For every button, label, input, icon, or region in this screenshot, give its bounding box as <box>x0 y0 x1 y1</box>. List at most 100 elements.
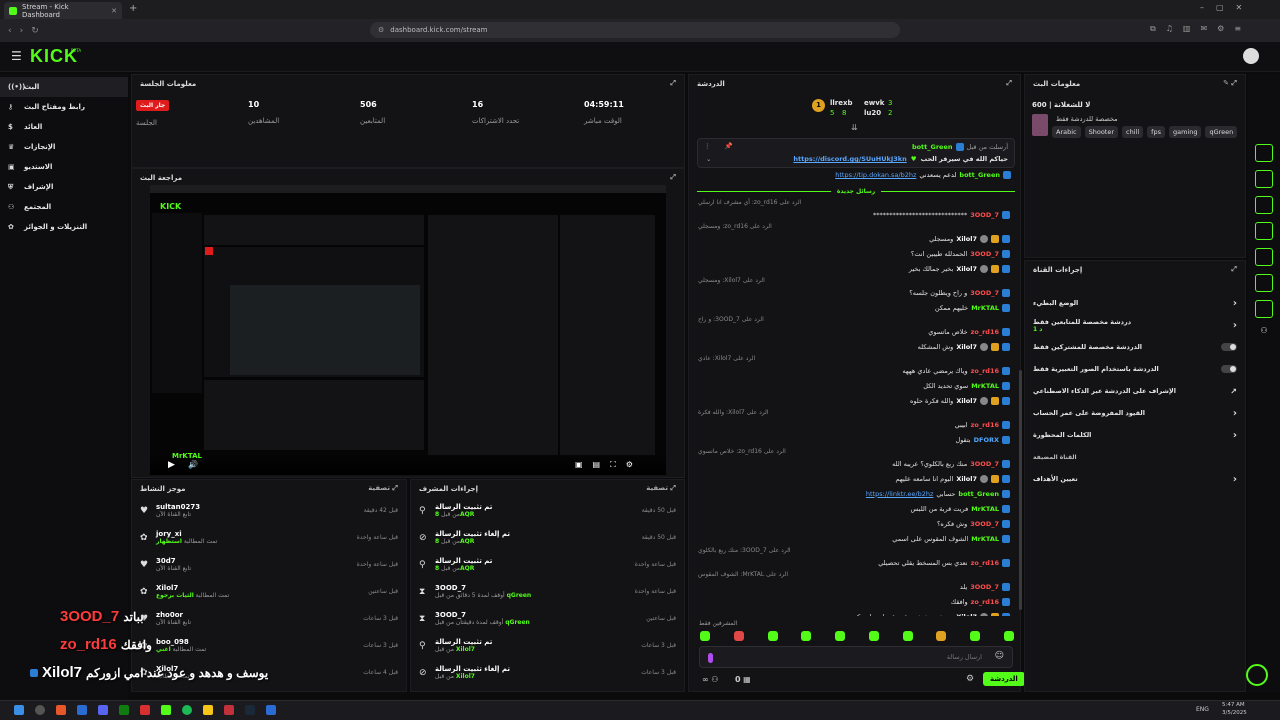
emoji-icon[interactable]: ☺ <box>995 651 1004 661</box>
activity-row[interactable]: ♥ zho0or تابع القناة الآن قبل 3 ساعات <box>132 605 406 632</box>
emote-icon[interactable] <box>902 631 913 641</box>
toggle-switch[interactable] <box>1221 343 1237 351</box>
expand-icon[interactable]: ⤢ <box>670 173 676 182</box>
chat-settings-icon[interactable]: ⚙ <box>966 674 974 684</box>
sidebar-item-5[interactable]: ⛨ الإشراف <box>0 177 128 197</box>
expand-icon[interactable]: ⤢ <box>1231 265 1237 274</box>
modaction-by[interactable]: qGreen <box>505 619 530 626</box>
emote-icon[interactable] <box>936 631 947 641</box>
steam-icon[interactable] <box>245 705 255 715</box>
chat-message[interactable]: 3OOD_7 و راح ويطلون جلسه؟ <box>692 285 1016 300</box>
chat-message[interactable]: MrKTAL فريت قربة من اللبس <box>692 501 1016 516</box>
chat-username[interactable]: bott_Green <box>959 171 1000 179</box>
save-icon[interactable] <box>1255 274 1273 292</box>
modaction-row[interactable]: ⚲ تم تثبيت الرسالة من قبل 8AQR قبل 50 دقيقة <box>411 497 684 524</box>
language-indicator[interactable]: ENG <box>1196 706 1209 713</box>
channel-action-row[interactable]: الوضع البطيء › <box>1025 292 1245 314</box>
chat-username[interactable]: 3OOD_7 <box>970 583 999 591</box>
scroll-down-icon[interactable]: ⇊ <box>851 123 858 132</box>
category-thumbnail[interactable] <box>1032 114 1048 136</box>
app-icon[interactable] <box>140 705 150 715</box>
folder-icon[interactable] <box>203 705 213 715</box>
chat-message[interactable]: Xilol7يوسف و هدهد و عود عند امي ازوركم <box>692 609 1016 616</box>
app-icon[interactable] <box>224 705 234 715</box>
browser-tab[interactable]: Stream - Kick Dashboard ✕ <box>4 2 122 19</box>
collapse-icon[interactable]: ⌄ <box>706 155 711 163</box>
site-info-icon[interactable]: ⚙ <box>378 26 384 34</box>
chevron-right-icon[interactable]: › <box>1233 430 1237 441</box>
emote-icon[interactable] <box>801 631 812 641</box>
search-icon[interactable] <box>35 705 45 715</box>
emote-icon[interactable] <box>1003 631 1014 641</box>
sidebar-item-1[interactable]: ⚷ رابط ومفتاح البث <box>0 97 128 117</box>
chevron-right-icon[interactable]: › <box>1233 320 1237 331</box>
expand-icon[interactable]: ⤢ <box>670 79 676 88</box>
chat-username[interactable]: Xilol7 <box>956 235 977 243</box>
chat-message[interactable]: 3OOD_7 يلد <box>692 579 1016 594</box>
url-field[interactable]: ⚙ dashboard.kick.com/stream <box>370 22 900 38</box>
chat-link[interactable]: https://tip.dokan.sa/b2hz <box>835 171 916 179</box>
chat-username[interactable]: MrKTAL <box>971 505 999 513</box>
activity-username[interactable]: sultan0273 <box>156 503 200 511</box>
chat-username[interactable]: bott_Green <box>958 490 999 498</box>
stream-tag[interactable]: fps <box>1147 126 1165 138</box>
chat-username[interactable]: 3OOD_7 <box>970 211 999 219</box>
sidebar-item-0[interactable]: ((•)) البث <box>0 77 128 97</box>
infinity-icon[interactable]: ∞ <box>702 675 709 684</box>
chat-message[interactable]: zo_rd16 ابيبي <box>692 417 1016 432</box>
emote-icon[interactable] <box>700 631 710 641</box>
activity-row[interactable]: ♥ sultan0273 تابع القناة الآن قبل 42 دقيقة <box>132 497 406 524</box>
pin-menu-icon[interactable]: ⋮📌 <box>704 142 747 150</box>
chat-username[interactable]: Xilol7 <box>956 265 977 273</box>
modaction-by[interactable]: Xilol7 <box>456 646 475 653</box>
chat-username[interactable]: zo_rd16 <box>971 421 999 429</box>
channel-action-row[interactable]: الكلمات المحظورة › <box>1025 424 1245 446</box>
play-icon[interactable]: ▶ <box>168 460 175 470</box>
activity-row[interactable]: ✿ jory_xi تمت المطالبة استظهار قبل ساعة واح… <box>132 524 406 551</box>
calendar-icon[interactable]: ▦ <box>743 675 751 684</box>
kick-icon[interactable] <box>161 705 171 715</box>
chat-message[interactable]: MrKTAL خليهم ممكن <box>692 300 1016 315</box>
activity-row[interactable]: ✿ boo_098 تمت المطالبة اغني قبل 3 ساعات <box>132 632 406 659</box>
edit-icon[interactable]: ✎ <box>1223 79 1229 87</box>
volume-icon[interactable]: 🔊 <box>188 460 198 469</box>
activity-username[interactable]: Xilol7 <box>156 584 229 592</box>
chat-message[interactable]: 3OOD_7 وش فكره؟ <box>692 516 1016 531</box>
pinned-message[interactable]: أرسلت من قبل bott_Green ⋮📌 حياكم الله في… <box>697 138 1015 168</box>
chat-username[interactable]: Xilol7 <box>956 613 977 617</box>
avatar[interactable] <box>1243 48 1259 64</box>
wrench-icon[interactable] <box>1255 300 1273 318</box>
chat-scrollbar[interactable] <box>1019 370 1022 610</box>
activity-username[interactable]: jory_xi <box>156 530 217 538</box>
brave-icon[interactable] <box>56 705 66 715</box>
chat-send-button[interactable]: الدردشة <box>983 672 1025 686</box>
app-icon[interactable] <box>77 705 87 715</box>
browser-extension-icons[interactable]: ⧉♫▥✉⚙≡ <box>1150 24 1251 34</box>
sidebar-item-4[interactable]: ▣ الاستديو <box>0 157 128 177</box>
chat-username[interactable]: MrKTAL <box>971 535 999 543</box>
chat-message[interactable]: zo_rd16 خلاص ماتسوي <box>692 324 1016 339</box>
stream-tag[interactable]: qGreen <box>1205 126 1238 138</box>
chat-username[interactable]: 3OOD_7 <box>970 520 999 528</box>
emote-icon[interactable] <box>767 631 778 641</box>
file-icon[interactable] <box>1255 196 1273 214</box>
emote-icon[interactable] <box>733 631 744 641</box>
window-controls-icon[interactable]: –▢✕ <box>1200 3 1254 12</box>
bolt-icon[interactable] <box>1255 170 1273 188</box>
channel-action-row[interactable]: الدردشة مخصصة للمشتركين فقط <box>1025 336 1245 358</box>
chat-message[interactable]: Xilol7 والله فكرة حلوه <box>692 393 1016 408</box>
chat-mic-icon[interactable] <box>708 653 713 663</box>
chat-username[interactable]: Xilol7 <box>956 397 977 405</box>
channel-action-row[interactable]: القيود المفروضة على عمر الحساب › <box>1025 402 1245 424</box>
chat-message[interactable]: Xilol7 ومسجلي <box>692 231 1016 246</box>
chat-username[interactable]: 3OOD_7 <box>970 460 999 468</box>
chat-message[interactable]: Xilol7 وش المشكله <box>692 339 1016 354</box>
toggle-switch[interactable] <box>1221 365 1237 373</box>
discord-icon[interactable] <box>98 705 108 715</box>
chat-message[interactable]: 3OOD_7 الحمدلله طيبين انت؟ <box>692 246 1016 261</box>
chevron-right-icon[interactable]: › <box>1233 298 1237 309</box>
modaction-row[interactable]: ⧗ 3OOD_7 أوقف لمدة 5 دقائق من قبل qGreen قب… <box>411 578 684 605</box>
chat-username[interactable]: 3OOD_7 <box>970 250 999 258</box>
chat-message[interactable]: MrKTAL الشوف المقوس على اسمي <box>692 531 1016 546</box>
channel-action-row[interactable]: الإشراف على الدردشة عبر الذكاء الاصطناعي… <box>1025 380 1245 402</box>
